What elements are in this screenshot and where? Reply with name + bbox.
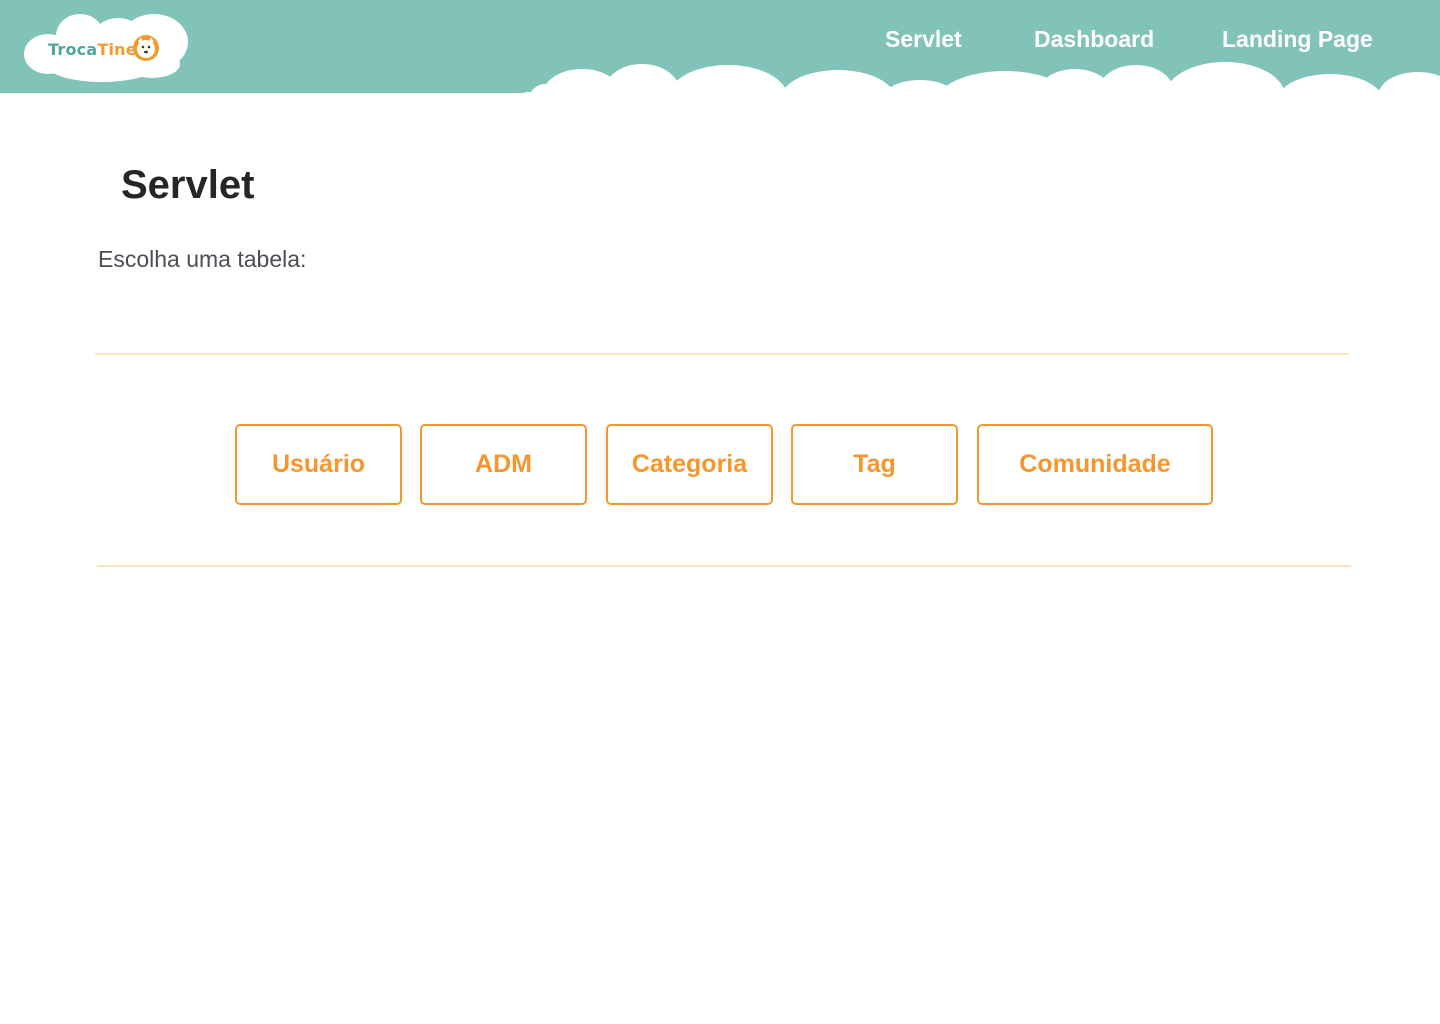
nav-link-dashboard[interactable]: Dashboard xyxy=(1034,24,1154,54)
main-nav: Servlet Dashboard Landing Page xyxy=(0,24,1440,54)
nav-link-servlet[interactable]: Servlet xyxy=(885,24,962,54)
usuario-table-button[interactable]: Usuário xyxy=(235,424,402,505)
divider-bottom xyxy=(97,565,1351,567)
divider-top xyxy=(95,353,1349,355)
nav-link-landing-page[interactable]: Landing Page xyxy=(1222,24,1373,54)
tag-table-button[interactable]: Tag xyxy=(791,424,958,505)
categoria-table-button[interactable]: Categoria xyxy=(606,424,773,505)
table-choice-label: Escolha uma tabela: xyxy=(98,246,307,272)
comunidade-table-button[interactable]: Comunidade xyxy=(977,424,1213,505)
page-title: Servlet xyxy=(121,163,255,207)
cloud-decoration xyxy=(525,62,1440,110)
site-header: TrocaTine Servlet Dashboard Landing Page xyxy=(0,0,1440,110)
page: TrocaTine Servlet Dashboard Landing Page… xyxy=(0,0,1440,1024)
adm-table-button[interactable]: ADM xyxy=(420,424,587,505)
